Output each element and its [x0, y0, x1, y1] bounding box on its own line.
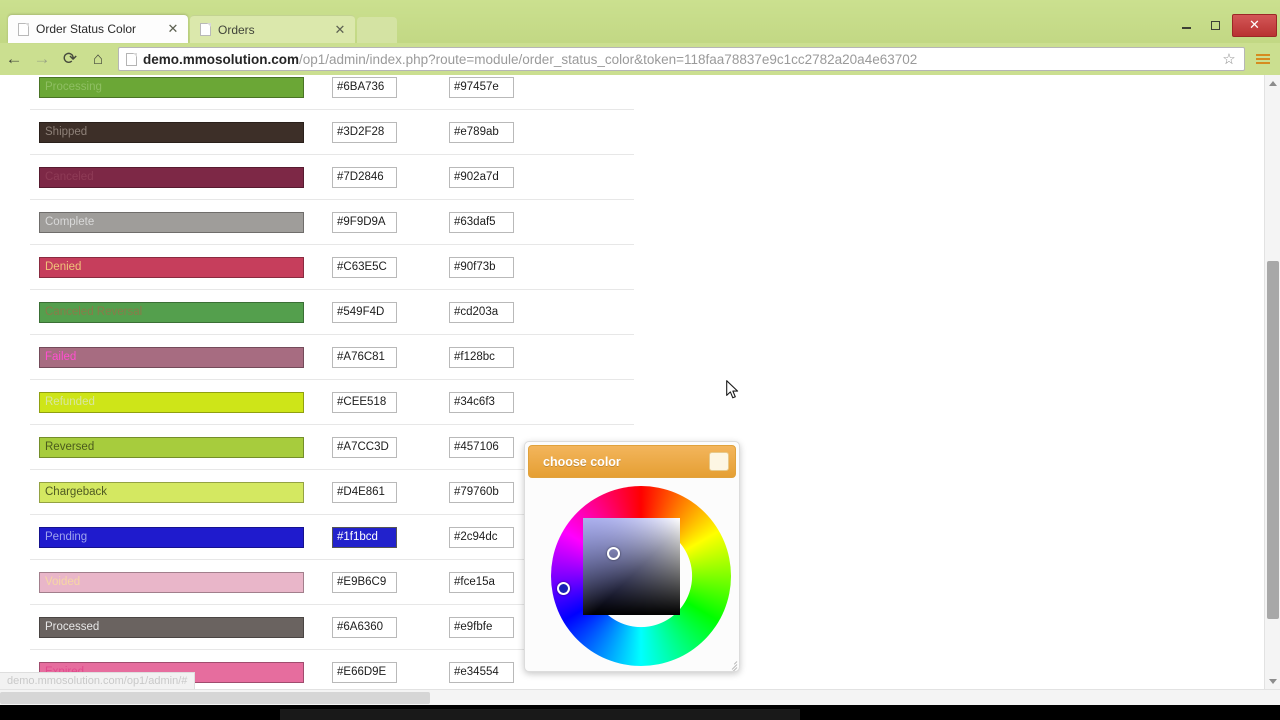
browser-menu-icon[interactable]	[1250, 46, 1276, 72]
secondary-hex-input[interactable]	[449, 76, 514, 98]
close-icon[interactable]	[709, 452, 729, 471]
tab-close-icon[interactable]: ✕	[333, 23, 347, 37]
primary-hex-input[interactable]	[332, 256, 397, 278]
primary-hex-input[interactable]	[332, 571, 397, 593]
primary-hex-input[interactable]	[332, 481, 397, 503]
vertical-scrollbar-thumb[interactable]	[1267, 261, 1279, 619]
primary-hex-input[interactable]	[332, 166, 397, 188]
secondary-hex-input[interactable]	[449, 166, 514, 188]
status-color-swatch[interactable]: Failed	[39, 346, 304, 368]
address-bar[interactable]: demo.mmosolution.com/op1/admin/index.php…	[118, 47, 1245, 71]
status-color-swatch[interactable]: Reversed	[39, 436, 304, 458]
primary-hex-input[interactable]	[332, 211, 397, 233]
tab-title: Order Status Color	[36, 22, 137, 36]
secondary-hex-input[interactable]	[449, 661, 514, 683]
table-row: Denied	[30, 245, 634, 290]
color-picker-title: choose color	[543, 454, 621, 469]
close-window-button[interactable]: ✕	[1232, 13, 1277, 37]
secondary-hex-input[interactable]	[449, 211, 514, 233]
page-favicon-icon	[18, 22, 29, 36]
primary-hex-input[interactable]	[332, 616, 397, 638]
secondary-hex-input[interactable]	[449, 391, 514, 413]
primary-hex-input[interactable]	[332, 346, 397, 368]
horizontal-scrollbar-thumb[interactable]	[0, 692, 430, 704]
bookmark-star-icon[interactable]: ☆	[1218, 50, 1240, 68]
status-color-swatch[interactable]: Processed	[39, 616, 304, 638]
primary-hex-input[interactable]	[332, 436, 397, 458]
table-row: Failed	[30, 335, 634, 380]
tab-orders[interactable]: Orders ✕	[190, 15, 355, 43]
table-row: Canceled	[30, 155, 634, 200]
primary-hex-input[interactable]	[332, 121, 397, 143]
secondary-hex-input[interactable]	[449, 526, 514, 548]
home-icon[interactable]: ⌂	[84, 45, 112, 73]
status-color-swatch[interactable]: Canceled Reversal	[39, 301, 304, 323]
page-info-icon	[126, 52, 137, 66]
primary-hex-input[interactable]	[332, 76, 397, 98]
saturation-value-square[interactable]	[583, 518, 680, 615]
tab-order-status-color[interactable]: Order Status Color ✕	[8, 15, 188, 43]
status-color-swatch[interactable]: Denied	[39, 256, 304, 278]
status-color-swatch[interactable]: Processing	[39, 76, 304, 98]
primary-hex-input[interactable]	[332, 391, 397, 413]
secondary-hex-input[interactable]	[449, 346, 514, 368]
url-text: demo.mmosolution.com/op1/admin/index.php…	[143, 52, 1218, 67]
secondary-hex-input[interactable]	[449, 436, 514, 458]
secondary-hex-input[interactable]	[449, 301, 514, 323]
scroll-down-icon[interactable]	[1265, 673, 1280, 689]
primary-hex-input[interactable]	[332, 301, 397, 323]
tab-title: Orders	[218, 22, 255, 37]
hue-selector-handle[interactable]	[557, 582, 570, 595]
secondary-hex-input[interactable]	[449, 481, 514, 503]
scroll-up-icon[interactable]	[1265, 75, 1280, 91]
status-color-swatch[interactable]: Shipped	[39, 121, 304, 143]
secondary-hex-input[interactable]	[449, 616, 514, 638]
color-picker-body	[525, 480, 739, 671]
page-viewport: Processing Shipped Canceled Complete Denied C…	[0, 75, 1280, 689]
browser-window: Order Status Color ✕ Orders ✕ ✕ ← → ⟳ ⌂	[0, 0, 1280, 705]
url-path: /op1/admin/index.php?route=module/order_…	[299, 51, 918, 67]
tab-close-icon[interactable]: ✕	[166, 22, 180, 36]
vertical-scrollbar[interactable]	[1264, 75, 1280, 689]
page-favicon-icon	[200, 23, 211, 36]
secondary-hex-input[interactable]	[449, 256, 514, 278]
minimize-button[interactable]	[1172, 14, 1201, 36]
tab-strip: Order Status Color ✕ Orders ✕ ✕	[0, 0, 1280, 43]
secondary-hex-input[interactable]	[449, 571, 514, 593]
forward-icon[interactable]: →	[28, 45, 56, 73]
color-picker-titlebar[interactable]: choose color	[528, 445, 736, 478]
status-color-swatch[interactable]: Complete	[39, 211, 304, 233]
window-controls: ✕	[1172, 12, 1280, 38]
table-row: Processing	[30, 75, 634, 110]
status-color-swatch[interactable]: Refunded	[39, 391, 304, 413]
link-status-bubble: demo.mmosolution.com/op1/admin/#	[0, 672, 196, 689]
new-tab-button[interactable]	[357, 17, 397, 43]
url-domain: demo.mmosolution.com	[143, 51, 300, 67]
primary-hex-input[interactable]	[332, 661, 397, 683]
back-icon[interactable]: ←	[0, 45, 28, 73]
square-selector-handle[interactable]	[607, 547, 620, 560]
browser-toolbar: ← → ⟳ ⌂ demo.mmosolution.com/op1/admin/i…	[0, 43, 1280, 75]
status-color-swatch[interactable]: Pending	[39, 526, 304, 548]
table-row: Complete	[30, 200, 634, 245]
desktop-taskbar	[0, 705, 1280, 720]
status-color-swatch[interactable]: Canceled	[39, 166, 304, 188]
reload-icon[interactable]: ⟳	[56, 45, 84, 73]
table-row: Canceled Reversal	[30, 290, 634, 335]
resize-handle-icon[interactable]	[725, 658, 738, 671]
status-color-swatch[interactable]: Chargeback	[39, 481, 304, 503]
color-picker-dialog[interactable]: choose color	[524, 441, 740, 672]
secondary-hex-input[interactable]	[449, 121, 514, 143]
status-color-swatch[interactable]: Voided	[39, 571, 304, 593]
taskbar-strip	[280, 709, 800, 720]
screen: Order Status Color ✕ Orders ✕ ✕ ← → ⟳ ⌂	[0, 0, 1280, 720]
maximize-button[interactable]	[1201, 14, 1230, 36]
table-row: Refunded	[30, 380, 634, 425]
horizontal-scrollbar[interactable]	[0, 689, 1280, 705]
table-row: Shipped	[30, 110, 634, 155]
primary-hex-input[interactable]	[332, 526, 397, 548]
